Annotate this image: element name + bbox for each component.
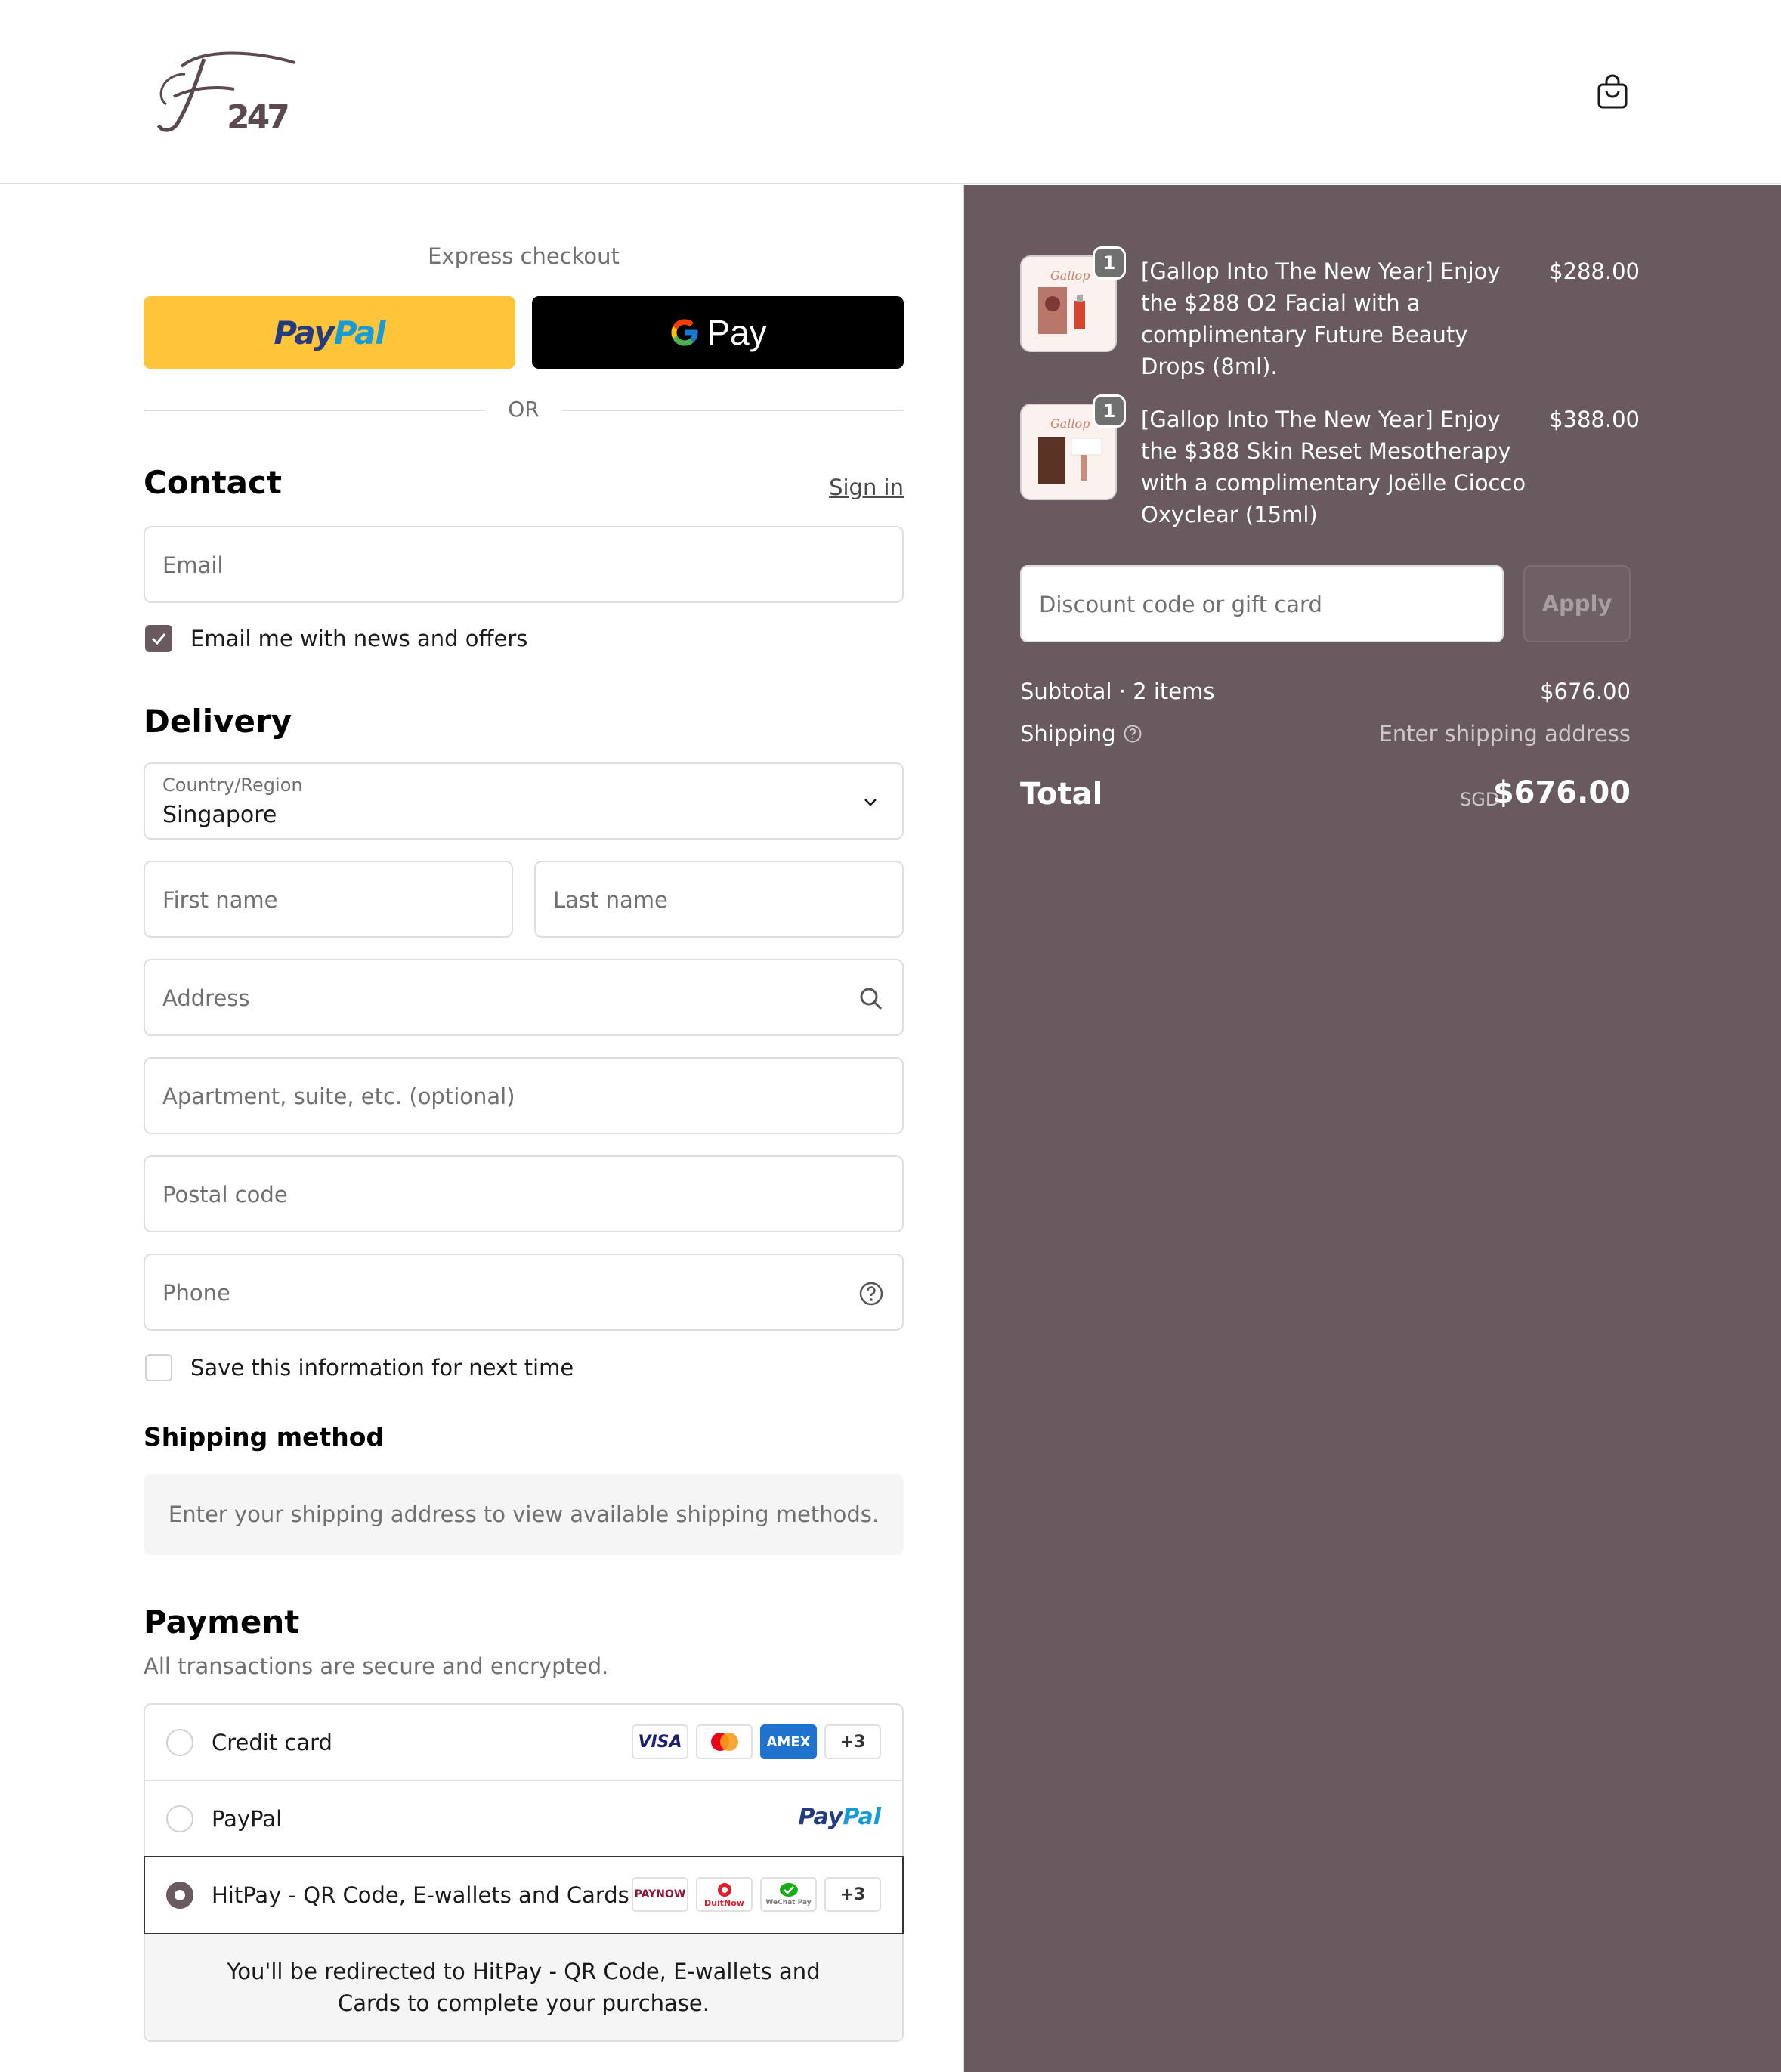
chevron-down-icon	[864, 799, 877, 806]
hitpay-label: HitPay - QR Code, E-wallets and Cards	[212, 1882, 629, 1908]
apartment-field[interactable]: Apartment, suite, etc. (optional)	[144, 1057, 904, 1134]
duitnow-text: DuitNow	[704, 1897, 744, 1908]
search-icon	[860, 988, 883, 1010]
payment-heading: Payment	[144, 1603, 300, 1641]
amex-icon: AMEX	[760, 1724, 817, 1759]
mastercard-icon	[696, 1724, 753, 1759]
shipping-method-heading: Shipping method	[144, 1422, 385, 1452]
newsletter-checkbox-row[interactable]: Email me with news and offers	[145, 625, 527, 652]
apartment-placeholder: Apartment, suite, etc. (optional)	[162, 1084, 515, 1109]
country-label: Country/Region	[162, 775, 303, 796]
item-price: $288.00	[1549, 258, 1640, 284]
wechat-pay-text: WeChat Pay	[765, 1899, 812, 1907]
first-name-field[interactable]: First name	[144, 861, 513, 938]
discount-code-field[interactable]: Discount code or gift card	[1020, 565, 1504, 642]
or-divider: OR	[144, 394, 904, 425]
contact-heading: Contact	[144, 464, 282, 501]
phone-field[interactable]: Phone	[144, 1254, 904, 1331]
payment-options: Credit card VISA AMEX +3 PayPal PayPal H…	[144, 1703, 904, 2042]
paypal-logo-part1: Pay	[798, 1804, 843, 1830]
last-name-placeholder: Last name	[553, 887, 668, 913]
paypal-logo-part2: Pal	[333, 314, 386, 351]
save-info-checkbox-row[interactable]: Save this information for next time	[145, 1354, 574, 1381]
more-cards-badge: +3	[824, 1724, 881, 1759]
email-placeholder: Email	[162, 552, 224, 578]
quantity-badge: 1	[1093, 246, 1126, 280]
subtotal-label: Subtotal · 2 items	[1020, 679, 1215, 704]
checkmark-icon	[151, 633, 166, 645]
svg-text:Gallop: Gallop	[1050, 268, 1090, 283]
first-name-placeholder: First name	[162, 887, 278, 913]
shipping-label: Shipping	[1020, 721, 1116, 747]
duitnow-icon: DuitNow	[696, 1877, 753, 1912]
apply-discount-button[interactable]: Apply	[1523, 565, 1631, 642]
save-info-checkbox[interactable]	[145, 1354, 172, 1381]
shopping-bag-icon[interactable]	[1596, 74, 1629, 110]
cart-item: Gallop 1 [Gallop Into The New Year] Enjo…	[1020, 394, 1640, 532]
discount-placeholder: Discount code or gift card	[1039, 592, 1322, 617]
gpay-label: Pay	[707, 313, 767, 352]
newsletter-label: Email me with news and offers	[190, 626, 528, 651]
google-g-icon	[671, 319, 698, 346]
newsletter-checkbox[interactable]	[145, 625, 172, 652]
svg-text:247: 247	[227, 98, 288, 137]
quantity-badge: 1	[1093, 394, 1126, 428]
shipping-value: Enter shipping address	[1378, 721, 1631, 747]
payment-subtitle: All transactions are secure and encrypte…	[144, 1653, 609, 1679]
postal-code-placeholder: Postal code	[162, 1182, 288, 1208]
or-text: OR	[508, 397, 540, 422]
country-select[interactable]: Country/Region Singapore	[144, 762, 904, 840]
hitpay-badges: PAYNOW DuitNow WeChat Pay +3	[632, 1877, 881, 1912]
help-circle-icon[interactable]	[858, 1281, 884, 1307]
subtotal-value: $676.00	[1540, 679, 1631, 704]
paypal-express-button[interactable]: PayPal	[144, 296, 515, 369]
sign-in-link[interactable]: Sign in	[829, 475, 904, 500]
phone-placeholder: Phone	[162, 1280, 230, 1306]
credit-card-radio[interactable]	[166, 1729, 193, 1756]
paypal-logo-part2: Pal	[843, 1804, 881, 1830]
google-pay-button[interactable]: Pay	[532, 296, 904, 369]
item-price: $388.00	[1549, 407, 1640, 432]
svg-text:Gallop: Gallop	[1050, 416, 1090, 431]
paypal-logo-part1: Pay	[274, 314, 335, 351]
delivery-heading: Delivery	[144, 703, 292, 740]
item-name: [Gallop Into The New Year] Enjoy the $38…	[1141, 407, 1526, 527]
total-label: Total	[1020, 777, 1103, 812]
payment-option-paypal[interactable]: PayPal PayPal	[145, 1781, 902, 1857]
total-value: $676.00	[1492, 775, 1631, 810]
wechat-pay-icon: WeChat Pay	[760, 1877, 817, 1912]
postal-code-field[interactable]: Postal code	[144, 1155, 904, 1232]
header: 247	[0, 0, 1781, 184]
cart-item: Gallop 1 [Gallop Into The New Year] Enjo…	[1020, 246, 1640, 384]
paypal-logo: PayPal	[274, 314, 385, 351]
paypal-option-label: PayPal	[212, 1806, 283, 1832]
last-name-field[interactable]: Last name	[534, 861, 904, 938]
visa-icon: VISA	[632, 1724, 688, 1759]
logo-mark: 247	[156, 51, 295, 137]
help-circle-icon[interactable]	[1123, 724, 1142, 744]
hitpay-radio[interactable]	[166, 1882, 193, 1909]
shipping-row: Shipping Enter shipping address	[1020, 721, 1631, 747]
card-badges: VISA AMEX +3	[632, 1724, 881, 1759]
paynow-icon: PAYNOW	[632, 1877, 688, 1912]
more-wallets-badge: +3	[824, 1877, 881, 1912]
save-info-label: Save this information for next time	[190, 1355, 574, 1381]
address-placeholder: Address	[162, 985, 250, 1011]
paypal-radio[interactable]	[166, 1805, 193, 1832]
shipping-method-info: Enter your shipping address to view avai…	[144, 1474, 904, 1555]
item-name: [Gallop Into The New Year] Enjoy the $28…	[1141, 258, 1501, 379]
payment-option-hitpay[interactable]: HitPay - QR Code, E-wallets and Cards PA…	[144, 1856, 904, 1934]
paypal-logo: PayPal	[798, 1804, 881, 1830]
divider-line	[562, 410, 904, 411]
express-checkout-title: Express checkout	[428, 243, 620, 269]
hitpay-redirect-info: You'll be redirected to HitPay - QR Code…	[145, 1933, 902, 2040]
store-logo[interactable]: 247	[151, 44, 302, 141]
email-field[interactable]: Email	[144, 526, 904, 603]
address-field[interactable]: Address	[144, 959, 904, 1036]
country-value: Singapore	[162, 802, 277, 828]
divider-line	[144, 410, 485, 411]
payment-option-credit-card[interactable]: Credit card VISA AMEX +3	[145, 1705, 902, 1781]
subtotal-row: Subtotal · 2 items $676.00	[1020, 679, 1631, 704]
credit-card-label: Credit card	[212, 1730, 332, 1755]
